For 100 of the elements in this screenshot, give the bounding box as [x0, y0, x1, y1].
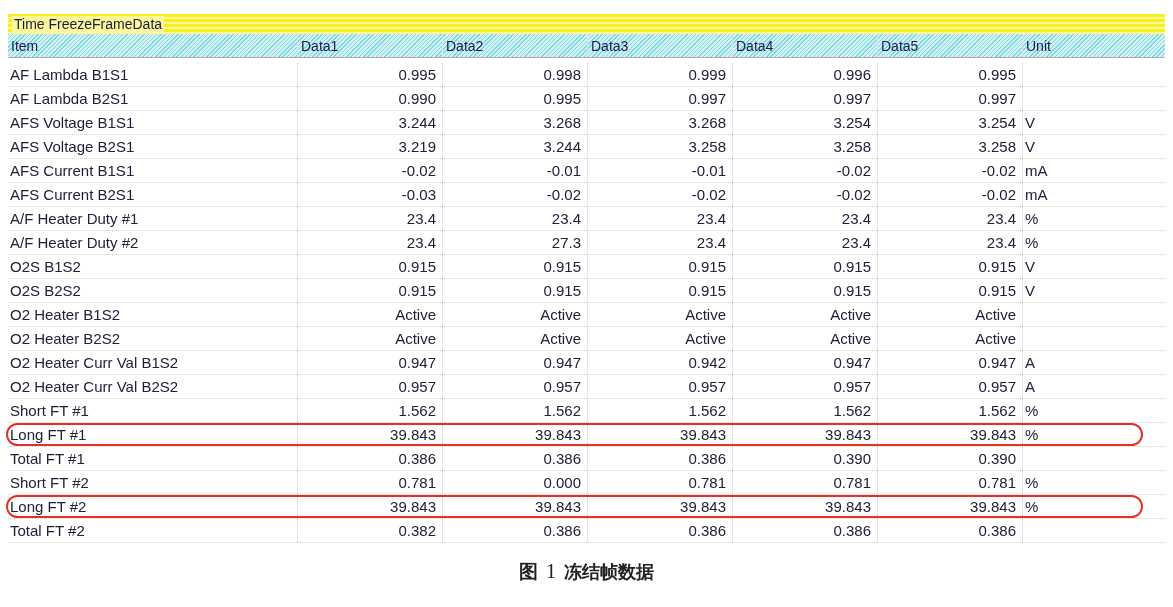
table-cell-text: Long FT #1 — [9, 425, 88, 445]
table-cell: 23.4 — [877, 231, 1022, 254]
table-cell-text: O2 Heater B2S2 — [9, 329, 122, 349]
table-cell: Active — [877, 303, 1022, 326]
table-cell: 0.781 — [877, 471, 1022, 494]
table-cell-text: Total FT #2 — [9, 521, 86, 541]
table-cell: 39.843 — [877, 495, 1022, 518]
table-cell: 0.995 — [442, 87, 587, 110]
table-cell: Active — [587, 303, 732, 326]
table-cell: 3.258 — [587, 135, 732, 158]
caption-label: 图 — [518, 559, 538, 584]
table-cell: -0.02 — [877, 159, 1022, 182]
table-cell: 23.4 — [442, 207, 587, 230]
table-cell: Active — [732, 327, 877, 350]
column-header[interactable]: Data4 — [732, 34, 877, 57]
table-cell: 23.4 — [587, 231, 732, 254]
column-header[interactable]: Data2 — [442, 34, 587, 57]
table-cell: 23.4 — [297, 231, 442, 254]
table-cell: 0.386 — [442, 519, 587, 542]
table-cell: 0.998 — [442, 63, 587, 86]
table-cell: 39.843 — [297, 423, 442, 446]
caption-number: 1 — [545, 559, 557, 584]
panel-title: Time FreezeFrameData — [12, 16, 165, 32]
table-cell: 0.915 — [587, 279, 732, 302]
table-cell: % — [1022, 231, 1165, 254]
table-cell: 0.915 — [297, 279, 442, 302]
column-header[interactable]: Item — [8, 34, 297, 57]
table-cell: Active — [877, 327, 1022, 350]
table-cell-text: Short FT #2 — [9, 473, 90, 493]
table-cell: 0.915 — [297, 255, 442, 278]
table-cell: 0.915 — [732, 255, 877, 278]
caption-title: 冻结帧数据 — [564, 560, 655, 584]
table-cell: 0.957 — [732, 375, 877, 398]
column-header[interactable]: Data3 — [587, 34, 732, 57]
table-cell: 0.957 — [877, 375, 1022, 398]
table-cell: 0.382 — [297, 519, 442, 542]
table-cell: 0.995 — [877, 63, 1022, 86]
column-header[interactable]: Data5 — [877, 34, 1022, 57]
table-cell: -0.02 — [877, 183, 1022, 206]
column-header[interactable]: Unit — [1022, 34, 1165, 57]
table-cell: 3.268 — [442, 111, 587, 134]
table-cell: Active — [297, 327, 442, 350]
table-cell-text: Total FT #1 — [9, 449, 86, 469]
table-cell: 39.843 — [732, 423, 877, 446]
table-cell: -0.01 — [442, 159, 587, 182]
table-cell: 39.843 — [442, 495, 587, 518]
table-cell: 3.258 — [877, 135, 1022, 158]
table-cell-text: AFS Voltage B2S1 — [9, 137, 136, 157]
table-cell: 0.386 — [297, 447, 442, 470]
column-header[interactable]: Data1 — [297, 34, 442, 57]
table-cell: 0.390 — [877, 447, 1022, 470]
table-cell: -0.01 — [587, 159, 732, 182]
table-cell: 0.947 — [732, 351, 877, 374]
table-cell: 1.562 — [877, 399, 1022, 422]
table-cell-text: O2 Heater Curr Val B2S2 — [9, 377, 180, 397]
table-cell: 0.997 — [877, 87, 1022, 110]
table-cell: 0.997 — [587, 87, 732, 110]
table-cell: 23.4 — [877, 207, 1022, 230]
table-cell-text: O2 Heater B1S2 — [9, 305, 122, 325]
table-cell: 0.915 — [732, 279, 877, 302]
table-cell: 0.781 — [732, 471, 877, 494]
table-cell-text: O2S B2S2 — [9, 281, 82, 301]
table-cell-text: AF Lambda B1S1 — [9, 65, 130, 85]
table-cell: V — [1022, 135, 1165, 158]
table-cell: % — [1022, 423, 1165, 446]
table-cell-text: AF Lambda B2S1 — [9, 89, 130, 109]
table-cell: % — [1022, 495, 1165, 518]
table-cell: A — [1022, 375, 1165, 398]
table-cell: 0.781 — [587, 471, 732, 494]
table-cell: 0.386 — [442, 447, 587, 470]
table-cell: 3.254 — [732, 111, 877, 134]
table-cell: 0.990 — [297, 87, 442, 110]
table-cell-text: A/F Heater Duty #2 — [9, 233, 140, 253]
table-cell: 39.843 — [877, 423, 1022, 446]
table-cell: 23.4 — [732, 207, 877, 230]
table-cell: 0.957 — [442, 375, 587, 398]
table-cell: 0.942 — [587, 351, 732, 374]
table-cell: 1.562 — [442, 399, 587, 422]
table-cell: 39.843 — [732, 495, 877, 518]
table-cell: % — [1022, 399, 1165, 422]
table-cell: 39.843 — [442, 423, 587, 446]
table-cell: 0.947 — [442, 351, 587, 374]
table-cell: V — [1022, 279, 1165, 302]
table-cell: % — [1022, 471, 1165, 494]
table-cell: 3.258 — [732, 135, 877, 158]
table-cell: Active — [587, 327, 732, 350]
table-cell: -0.02 — [297, 159, 442, 182]
table-cell-text: A/F Heater Duty #1 — [9, 209, 140, 229]
table-cell: 0.947 — [297, 351, 442, 374]
table-cell: 0.000 — [442, 471, 587, 494]
table-cell: 0.386 — [877, 519, 1022, 542]
table-cell: 0.915 — [877, 255, 1022, 278]
table-cell: -0.02 — [732, 159, 877, 182]
table-cell: 23.4 — [297, 207, 442, 230]
table-cell: -0.03 — [297, 183, 442, 206]
table-cell: -0.02 — [587, 183, 732, 206]
table-cell: Active — [297, 303, 442, 326]
table-cell-text: AFS Current B1S1 — [9, 161, 136, 181]
table-cell: mA — [1022, 183, 1165, 206]
table-cell-text: Short FT #1 — [9, 401, 90, 421]
